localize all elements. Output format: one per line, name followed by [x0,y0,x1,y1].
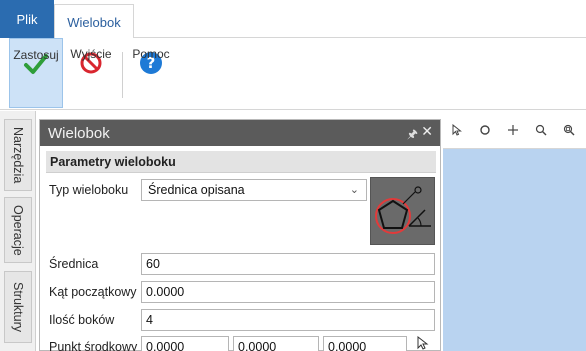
start-angle-input[interactable]: 0.0000 [141,281,435,303]
type-value: Średnica opisana [148,183,245,197]
center-x-input[interactable]: 0.0000 [141,336,229,351]
sides-label: Ilość boków [49,313,115,327]
type-label: Typ wieloboku [49,183,129,197]
rotate-icon[interactable] [471,116,499,144]
side-tab-tools[interactable]: Narzędzia [4,119,32,191]
diameter-input[interactable]: 60 [141,253,435,275]
tab-file[interactable]: Plik [0,0,54,38]
zoom-icon[interactable] [527,116,555,144]
side-tab-structures[interactable]: Struktury [4,271,32,343]
panel-header: Wielobok 🖈 ✕ [40,120,440,146]
side-tab-operations[interactable]: Operacje [4,197,32,263]
apply-label: Zastosuj [13,48,59,62]
panel-title: Wielobok [48,124,110,142]
pin-icon[interactable]: 🖈 [407,125,418,146]
center-y-input[interactable]: 0.0000 [233,336,319,351]
zoom-window-icon[interactable] [555,116,583,144]
chevron-down-icon: ⌄ [349,184,359,196]
tab-wielobok[interactable]: Wielobok [54,4,134,39]
section-header: Parametry wieloboku [46,151,436,173]
side-tab-strip: Narzędzia Operacje Struktury [0,111,36,351]
center-point-label: Punkt środkowy [49,340,138,351]
start-angle-label: Kąt początkowy [49,285,137,299]
close-icon[interactable]: ✕ [421,123,433,140]
center-z-input[interactable]: 0.0000 [323,336,407,351]
ribbon-toolbar: Zastosuj Wyjście ? Pomoc [0,38,586,110]
help-button[interactable]: ? Pomoc [128,38,174,108]
exit-button[interactable]: Wyjście [66,38,116,108]
pick-point-cursor-icon[interactable] [416,335,430,350]
polygon-type-select[interactable]: Średnica opisana ⌄ [141,179,367,201]
pan-icon[interactable] [499,116,527,144]
polygon-panel: Wielobok 🖈 ✕ Parametry wieloboku Typ wie… [39,119,441,351]
select-cursor-icon[interactable] [443,116,471,144]
viewport-toolbar [443,111,586,149]
apply-button[interactable]: Zastosuj [9,38,63,108]
ribbon-tabbar: Plik Wielobok [0,0,586,39]
polygon-preview-image [370,177,435,245]
diameter-label: Średnica [49,257,99,271]
toolbar-divider [122,52,123,98]
exit-label: Wyjście [70,47,112,61]
sides-input[interactable]: 4 [141,309,435,331]
help-label: Pomoc [132,47,170,61]
